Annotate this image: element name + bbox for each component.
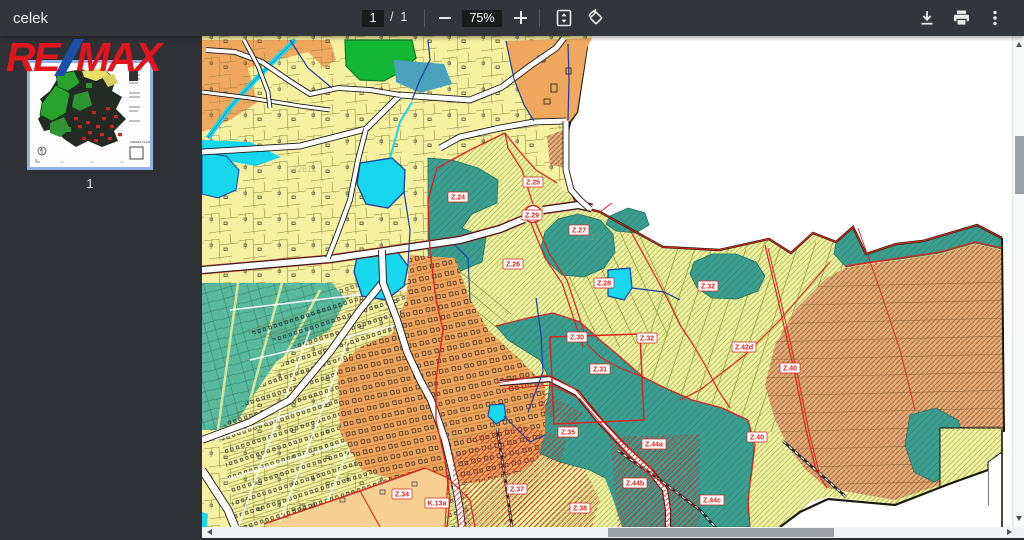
- svg-text:21000: 21000: [450, 432, 475, 442]
- svg-text:Z.29: Z.29: [525, 213, 539, 220]
- svg-text:Z.34: Z.34: [395, 492, 409, 499]
- svg-text:Z.24: Z.24: [451, 195, 465, 202]
- svg-text:Z.40: Z.40: [783, 366, 797, 373]
- svg-text:Z.44a: Z.44a: [645, 442, 663, 449]
- svg-text:Z.26: Z.26: [506, 262, 520, 269]
- svg-text:Z.32: Z.32: [640, 336, 654, 343]
- svg-text:Z.30: Z.30: [570, 335, 584, 342]
- svg-text:Z.31: Z.31: [593, 367, 607, 374]
- svg-text:K.13a: K.13a: [428, 501, 447, 508]
- svg-text:22611: 22611: [292, 164, 316, 174]
- svg-text:Z.42d: Z.42d: [735, 345, 753, 352]
- svg-text:Z.44c: Z.44c: [703, 498, 721, 505]
- svg-text:Z.40: Z.40: [750, 435, 764, 442]
- svg-text:Z.25: Z.25: [526, 180, 540, 187]
- svg-text:Z.35: Z.35: [561, 430, 575, 437]
- svg-text:UZEMNI PLAN: UZEMNI PLAN: [130, 140, 150, 144]
- svg-text:Z.38: Z.38: [573, 506, 587, 513]
- svg-text:Z.32: Z.32: [701, 284, 715, 291]
- svg-text:Z.28: Z.28: [597, 281, 611, 288]
- svg-text:Z.44b: Z.44b: [626, 481, 644, 488]
- svg-text:Z.27: Z.27: [572, 228, 586, 235]
- svg-text:Z.37: Z.37: [510, 487, 524, 494]
